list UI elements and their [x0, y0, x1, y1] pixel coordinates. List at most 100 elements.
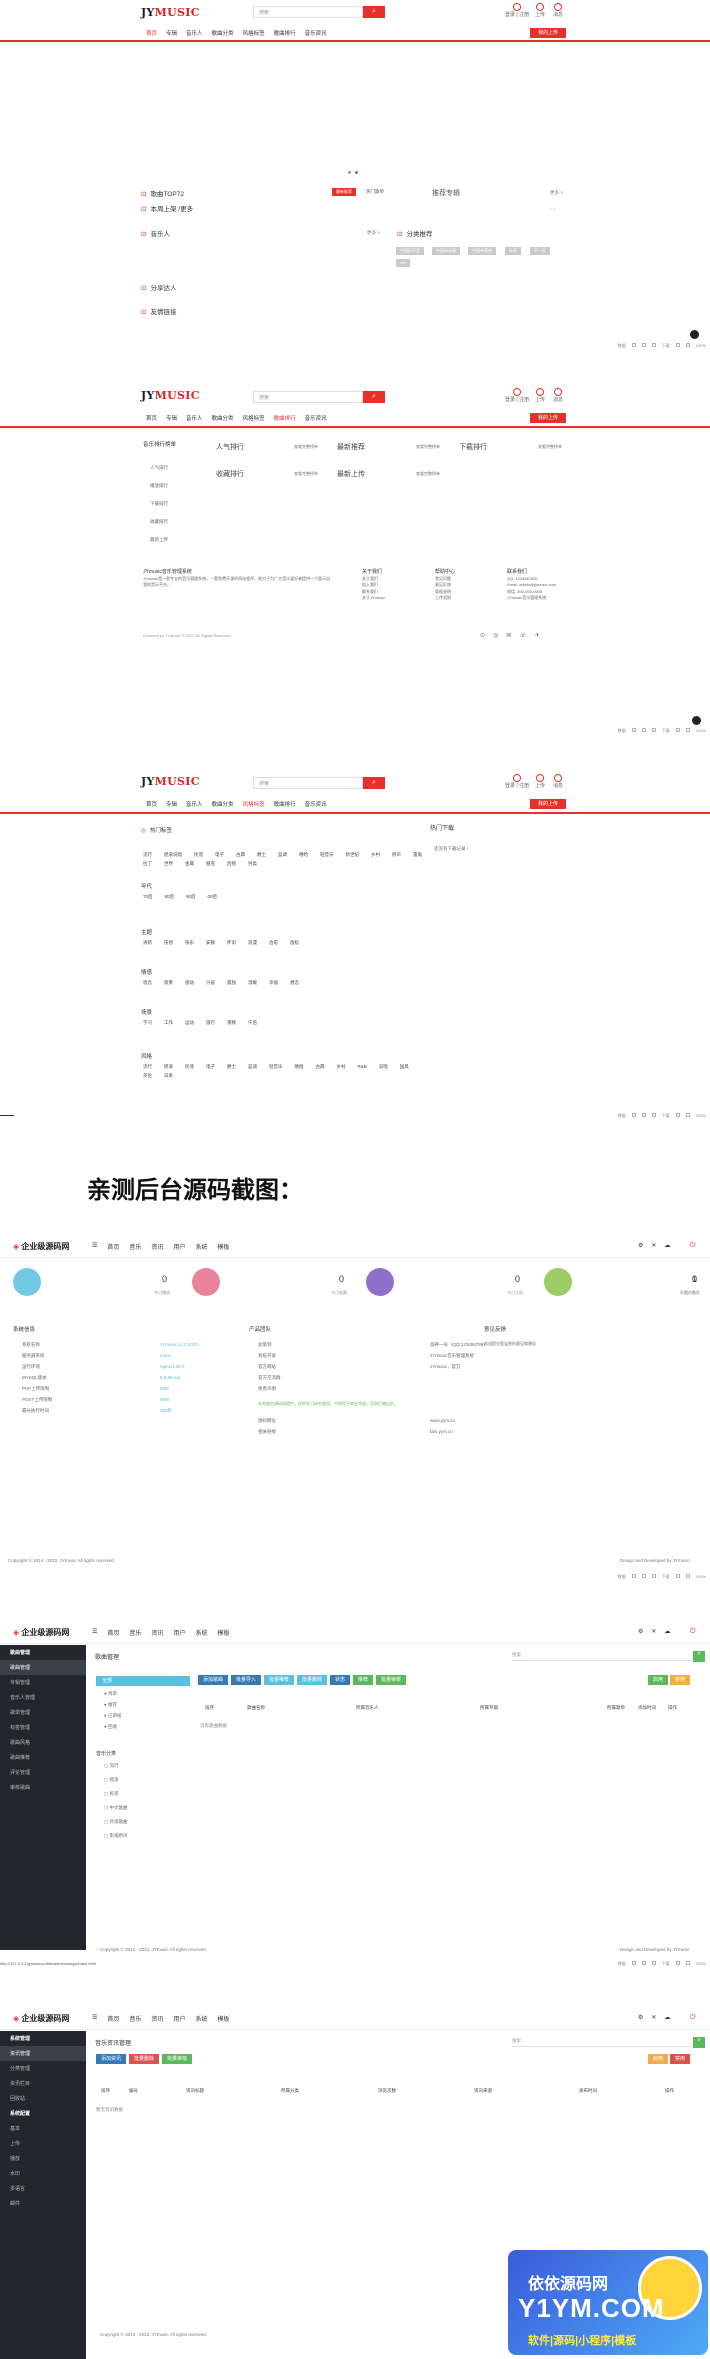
tag-link[interactable]: 夜晚 [227, 1020, 236, 1026]
cat-tag[interactable]: MV [396, 259, 410, 267]
tag-link[interactable]: 后摇 [227, 861, 236, 867]
tag-link[interactable]: 怀旧 [227, 940, 236, 946]
tag-link[interactable]: 蓝调 [248, 1064, 257, 1070]
toolbar-button[interactable]: 批量删除 [129, 2054, 160, 2064]
tag-link[interactable]: 90后 [186, 894, 196, 900]
sidebar-item[interactable]: 音乐人管理 [0, 1690, 86, 1705]
rank-side-item[interactable]: 最新上传 [150, 531, 168, 549]
tag-link[interactable]: 摇滚说唱 [164, 852, 182, 858]
cat-tag[interactable]: 中国有嘻哈 [468, 247, 496, 255]
admin-toolbar-icons[interactable]: ⚙✕☁ [638, 1242, 678, 1249]
category-node[interactable]: ▢ 民谣 [104, 1791, 119, 1797]
tag-link[interactable]: 古典 [316, 1064, 325, 1070]
menu-icon[interactable]: ☰ [92, 1242, 97, 1251]
nav-home[interactable]: 首页 [146, 29, 157, 37]
site-logo[interactable]: JYMUSIC [141, 775, 200, 788]
nav-home[interactable]: 首页 [146, 800, 157, 808]
sidebar-item[interactable]: 歌曲风格 [0, 1735, 86, 1750]
tag-link[interactable]: 温暖 [248, 980, 257, 986]
tag-link[interactable]: 想念 [290, 980, 299, 986]
admin-nav-item[interactable]: 音乐 [129, 1628, 141, 1637]
sidebar-item[interactable]: 歌曲管理 [0, 1660, 86, 1675]
nav-artist[interactable]: 音乐人 [186, 414, 203, 422]
footer-link[interactable]: 上传须知 [435, 595, 451, 601]
tag-link[interactable]: 摇滚 [164, 1064, 173, 1070]
column-header[interactable]: 编号 [129, 2088, 138, 2094]
nav-genre[interactable]: 歌曲分类 [212, 414, 234, 422]
login-link[interactable]: 登录 | 注册 [505, 3, 529, 18]
tag-link[interactable]: 国风 [400, 1064, 409, 1070]
songs-search-input[interactable]: 搜索 [512, 1652, 692, 1661]
category-node[interactable]: ▢ 摇滚 [104, 1777, 119, 1783]
nav-rank[interactable]: 歌曲排行 [274, 414, 296, 422]
login-link[interactable]: 登录 | 注册 [505, 774, 529, 789]
search-input[interactable]: 搜索 [253, 391, 363, 403]
toolbar-button[interactable]: 添加歌曲 [198, 1675, 229, 1685]
search-button[interactable]: ⌕ [363, 6, 385, 18]
tag-link[interactable]: 孤独 [227, 980, 236, 986]
search-button[interactable]: ⌕ [363, 777, 385, 789]
tag-link[interactable]: 蓝调 [278, 852, 287, 858]
my-upload-button[interactable]: 我的上传 [530, 799, 566, 809]
tag-link[interactable]: 旅行 [206, 1020, 215, 1026]
search-icon[interactable]: ⌕ [693, 1651, 705, 1662]
rank-more[interactable]: 查看完整榜单 [294, 471, 318, 477]
tag-link[interactable]: 嘻哈 [299, 852, 308, 858]
admin-nav-item[interactable]: 首页 [107, 1628, 119, 1637]
column-header[interactable]: 操作 [665, 2088, 674, 2094]
sidebar-item[interactable]: 审核歌曲 [0, 1780, 86, 1795]
tag-link[interactable]: 浪漫 [248, 940, 257, 946]
notify-link[interactable]: 消息 [553, 774, 563, 789]
nav-album[interactable]: 专辑 [166, 414, 177, 422]
rank-side-item[interactable]: 下载排行 [150, 495, 168, 513]
admin-nav-item[interactable]: 系统 [195, 1628, 207, 1637]
tag-link[interactable]: 轻音乐 [320, 852, 334, 858]
nav-home[interactable]: 首页 [146, 414, 157, 422]
site-logo[interactable]: JYMUSIC [141, 6, 200, 19]
toolbar-button[interactable]: 推荐 [353, 1675, 374, 1685]
tag-link[interactable]: 英伦 [143, 1073, 152, 1079]
tree-node[interactable]: ● 回收 [104, 1724, 117, 1730]
column-header[interactable]: 歌曲名称 [247, 1705, 265, 1711]
sidebar-item[interactable]: 分类管理 [0, 2061, 86, 2076]
tag-link[interactable]: 新世纪 [346, 852, 360, 858]
nav-artist[interactable]: 音乐人 [186, 800, 203, 808]
admin-toolbar-icons[interactable]: ⚙✕☁ [638, 1628, 678, 1635]
footer-link[interactable]: 意见反馈 [435, 582, 451, 588]
disable-button[interactable]: 禁用 [670, 1675, 691, 1685]
tag-link[interactable]: 乡村 [371, 852, 380, 858]
tag-link[interactable]: 兴奋 [206, 980, 215, 986]
admin-nav-item[interactable]: 首页 [107, 1242, 119, 1251]
latest-tab[interactable]: 最新推荐 [332, 188, 356, 196]
sidebar-item[interactable]: 多语言 [0, 2181, 86, 2196]
scrollbar[interactable] [0, 1115, 14, 1116]
admin-nav-item[interactable]: 模板 [217, 1242, 229, 1251]
sidebar-item[interactable]: 播放 [0, 2151, 86, 2166]
nav-genre[interactable]: 歌曲分类 [212, 800, 234, 808]
tag-link[interactable]: 治愈 [269, 940, 278, 946]
column-header[interactable]: 资讯来源 [474, 2088, 492, 2094]
tag-link[interactable]: 轻音乐 [269, 1064, 283, 1070]
tag-link[interactable]: 学习 [143, 1020, 152, 1026]
sidebar-item[interactable]: 资讯管理 [0, 2046, 86, 2061]
footer-link[interactable]: 关于JYmusic [362, 595, 385, 601]
toolbar-button[interactable]: 批量删除 [297, 1675, 328, 1685]
tag-link[interactable]: 放松 [290, 940, 299, 946]
admin-nav-item[interactable]: 模板 [217, 2014, 229, 2023]
toolbar-button[interactable]: 批量推荐 [264, 1675, 295, 1685]
column-header[interactable]: 添加时间 [638, 1705, 656, 1711]
pager-arrows[interactable]: ‹ › [550, 207, 555, 213]
tag-link[interactable]: 清新 [143, 940, 152, 946]
prod-value[interactable]: www.yym.cn [430, 1418, 455, 1423]
menu-icon[interactable]: ☰ [92, 2014, 97, 2023]
sidebar-item[interactable]: 回收站 [0, 2091, 86, 2106]
sidebar-item[interactable]: 上传 [0, 2136, 86, 2151]
admin-nav-item[interactable]: 模板 [217, 1628, 229, 1637]
hot-playlist-tab[interactable]: 热门歌单 [366, 189, 384, 195]
tag-link[interactable]: 金属 [185, 861, 194, 867]
tag-link[interactable]: 朋克 [206, 861, 215, 867]
column-header[interactable]: 所属歌单 [607, 1705, 625, 1711]
tag-link[interactable]: 古典 [236, 852, 245, 858]
tag-link[interactable]: 世界 [164, 861, 173, 867]
tag-link[interactable]: 乡村 [337, 1064, 346, 1070]
